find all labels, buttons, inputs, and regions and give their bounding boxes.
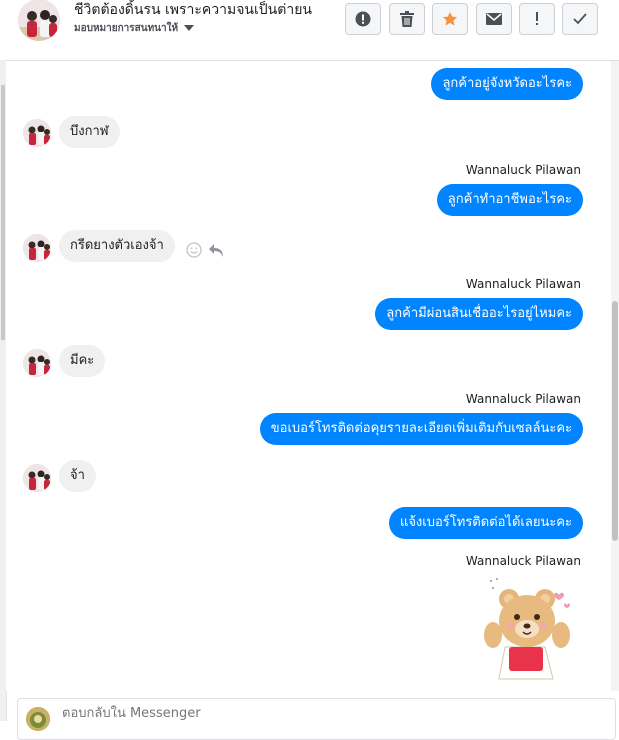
contact-avatar-small[interactable] [23,464,51,492]
reply-composer[interactable] [17,698,616,740]
alert-button[interactable] [345,3,381,35]
mail-icon [486,13,502,25]
sender-name: Wannaluck Pilawan [465,277,581,291]
contact-avatar[interactable] [18,0,60,41]
contact-avatar-small[interactable] [23,234,51,262]
bear-sticker-image [484,578,570,680]
page-avatar [26,707,50,731]
message-bubble-outgoing[interactable]: ขอเบอร์โทรติดต่อคุยรายละเอียดเพิ่มเติมกั… [259,413,583,445]
delete-button[interactable] [389,3,425,35]
left-scrollbar-thumb[interactable] [1,85,5,340]
avatar-image [23,464,51,492]
avatar-image [23,119,51,147]
message-thread[interactable]: ลูกค้าอยู่จังหวัดอะไรคะ บึงกาฬ Wannaluck… [6,61,613,691]
assign-label: มอบหมายการสนทนาให้ [74,23,179,34]
message-bubble-incoming[interactable]: มีคะ [59,345,106,377]
message-bubble-incoming[interactable]: บึงกาฬ [59,116,120,148]
reply-input[interactable] [60,705,464,722]
assign-conversation-link[interactable]: มอบหมายการสนทนาให้ [74,21,195,36]
contact-avatar-image [18,0,60,41]
conversation-title: ชีวิตต้องดิ้นรน เพราะความจนเป็นต่ายน [74,2,312,18]
sender-name: Wannaluck Pilawan [465,392,581,406]
mark-done-button[interactable] [562,3,598,35]
message-bubble-outgoing[interactable]: ลูกค้าทำอาชีพอะไรคะ [436,184,583,216]
message-bubble-outgoing[interactable]: ลูกค้ามีผ่อนสินเชื่ออะไรอยู่ไหมคะ [375,298,583,330]
contact-avatar-small[interactable] [23,349,51,377]
contact-avatar-small[interactable] [23,119,51,147]
bear-sticker[interactable] [483,575,575,681]
sender-name: Wannaluck Pilawan [465,163,581,177]
trash-icon [400,11,414,27]
sender-name: Wannaluck Pilawan [465,554,581,568]
message-actions [186,242,224,258]
reply-icon[interactable] [208,243,224,258]
page-avatar-image [26,707,50,731]
mark-spam-button[interactable] [519,3,555,35]
mark-unread-button[interactable] [476,3,512,35]
alert-icon [355,11,371,27]
message-bubble-outgoing[interactable]: แจ้งเบอร์โทรติดต่อได้เลยนะคะ [388,507,583,539]
chevron-down-icon [184,25,195,31]
check-icon [573,13,587,25]
conversation-header: ชีวิตต้องดิ้นรน เพราะความจนเป็นต่ายน มอบ… [6,0,619,61]
star-icon [442,12,458,26]
message-bubble-outgoing[interactable]: ลูกค้าอยู่จังหวัดอะไรคะ [431,68,583,100]
thread-scrollbar[interactable] [611,61,619,691]
exclamation-icon [536,12,538,25]
avatar-image [23,349,51,377]
thread-scrollbar-thumb[interactable] [612,301,618,541]
message-bubble-incoming[interactable]: จ้า [59,460,96,492]
star-button[interactable] [432,3,468,35]
smiley-icon[interactable] [186,242,202,258]
message-bubble-incoming[interactable]: กรีดยางตัวเองจ้า [59,230,175,262]
avatar-image [23,234,51,262]
